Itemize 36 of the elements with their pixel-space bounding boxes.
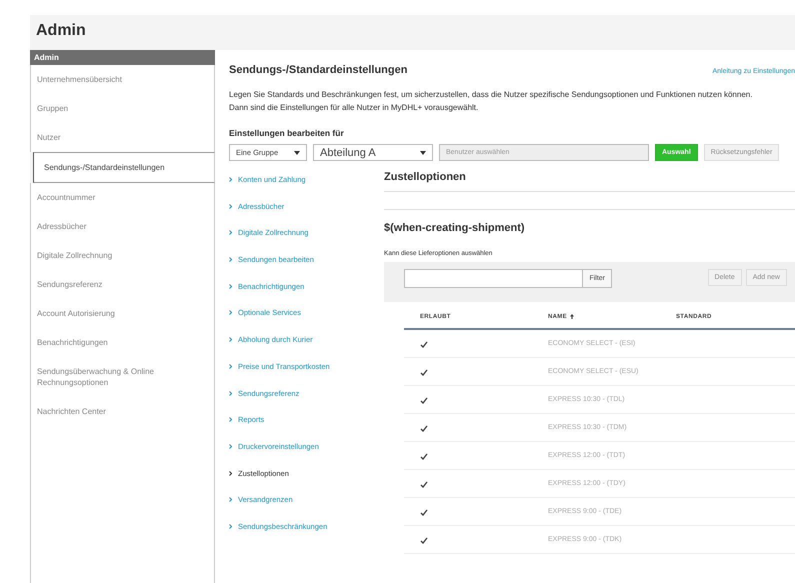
- chevron-icon: [229, 257, 232, 262]
- chevron-icon: [229, 337, 232, 342]
- sidebar-item[interactable]: Digitale Zollrechnung: [30, 241, 215, 270]
- chevron-icon: [229, 497, 232, 502]
- options-title: Zustelloptionen: [384, 171, 795, 192]
- chevron-icon: [229, 390, 232, 396]
- sidebar-item[interactable]: Benachrichtigungen: [30, 328, 215, 357]
- caret-icon: [294, 150, 300, 154]
- group-select[interactable]: Abteilung A: [313, 144, 433, 161]
- page-title: Admin: [35, 21, 87, 41]
- sidebar-item[interactable]: Nutzer: [30, 123, 215, 152]
- edit-for-label: Einstellungen bearbeiten für: [229, 128, 345, 138]
- caret-icon: [420, 150, 426, 154]
- sidebar-item[interactable]: Adressbücher: [30, 212, 215, 241]
- sidebar-item[interactable]: Nachrichten Center: [30, 397, 215, 426]
- description-text: Legen Sie Standards und Beschränkungen fest, um sicherzustellen, dass die Nutzer spezifische Sendungsoptionen und Funktionen nutzen können. Dann sind die Einstellungen für alle Nutzer in MyDHL+ vorausgewählt.: [229, 89, 754, 114]
- section-title: Sendungs-/Standardeinstellungen: [229, 64, 408, 76]
- chevron-icon: [229, 204, 232, 209]
- chevron-icon: [229, 364, 232, 369]
- sidebar-item[interactable]: Unternehmensübersicht: [30, 65, 215, 94]
- chevron-icon: [229, 310, 232, 316]
- chevron-icon: [229, 177, 232, 182]
- chevron-icon: [229, 444, 232, 449]
- sidebar-item[interactable]: Gruppen: [30, 94, 215, 123]
- sidebar-item[interactable]: Sendungsreferenz: [30, 270, 215, 299]
- sidebar-item[interactable]: Sendungs-/Standardeinstellungen: [33, 152, 215, 183]
- chevron-icon: [229, 524, 232, 529]
- sidebar-item[interactable]: Sendungsüberwachung & Online Rechnungsoptionen: [30, 357, 215, 397]
- chevron-icon: [229, 284, 232, 289]
- chevron-icon: [229, 417, 232, 422]
- sidebar-item[interactable]: Accountnummer: [30, 183, 215, 212]
- chevron-icon: [229, 470, 232, 476]
- subsection-title: $(when-creating-shipment): [384, 222, 526, 234]
- sidebar-item[interactable]: Account Autorisierung: [30, 299, 215, 328]
- sidebar-header: Admin: [30, 50, 215, 65]
- chevron-icon: [229, 230, 232, 236]
